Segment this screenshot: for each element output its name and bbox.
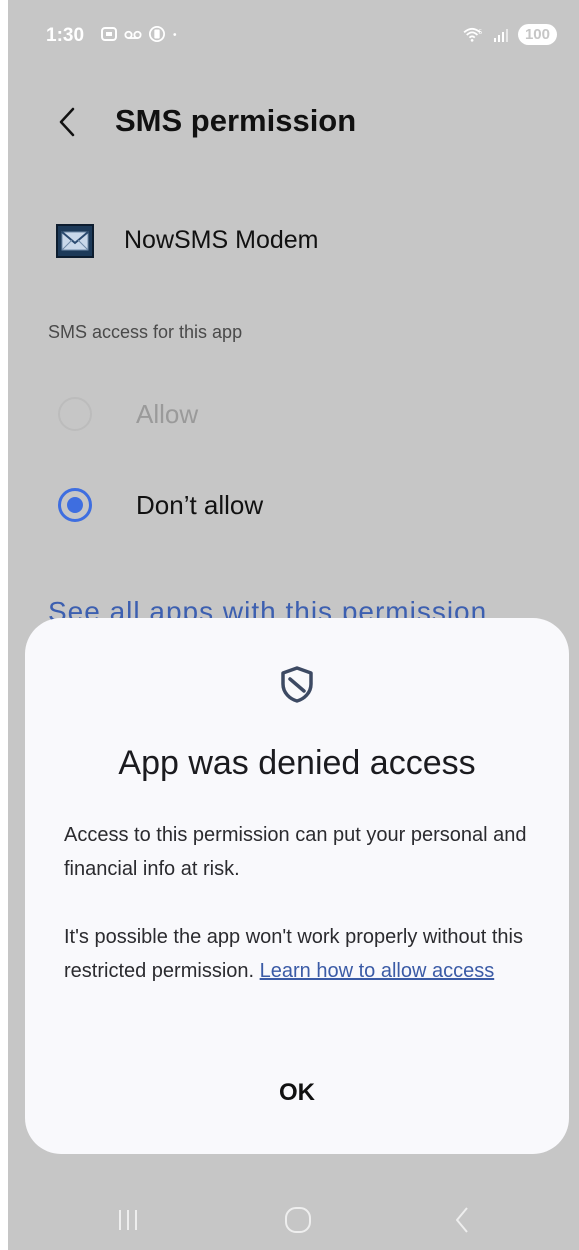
signal-icon xyxy=(493,28,508,42)
option-dont-allow-label: Don’t allow xyxy=(136,489,264,520)
back-button[interactable] xyxy=(52,100,82,144)
option-dont-allow[interactable]: Don’t allow xyxy=(52,475,532,535)
wifi-icon: 5 xyxy=(463,27,482,42)
radio-dont-allow[interactable] xyxy=(58,488,92,522)
svg-text:5: 5 xyxy=(478,29,482,36)
chevron-left-icon xyxy=(59,107,75,137)
envelope-icon xyxy=(56,224,94,258)
back-icon xyxy=(456,1207,468,1233)
navigation-bar xyxy=(8,1190,579,1250)
shield-icon xyxy=(281,666,313,703)
voicemail-icon xyxy=(124,30,142,39)
page-title: SMS permission xyxy=(115,103,357,138)
app-name: NowSMS Modem xyxy=(124,226,319,254)
home-button[interactable] xyxy=(268,1198,328,1242)
status-time: 1:30 xyxy=(46,25,85,46)
phone-screen: 1:30 5 100 SMS permission NowSMS Modem S… xyxy=(8,0,579,1250)
status-bar: 1:30 5 100 xyxy=(8,0,579,72)
ok-button[interactable]: OK xyxy=(257,1073,337,1113)
vibrate-icon xyxy=(149,26,165,42)
section-label: SMS access for this app xyxy=(48,322,243,342)
screenshot-icon xyxy=(101,27,117,41)
status-icons-right: 5 100 xyxy=(462,24,557,45)
dialog-paragraph-restricted: It's possible the app won't work properl… xyxy=(64,920,544,988)
denied-access-dialog: App was denied access Access to this per… xyxy=(25,618,569,1154)
learn-how-link[interactable]: Learn how to allow access xyxy=(260,960,495,982)
option-allow-label: Allow xyxy=(136,398,199,429)
dialog-title: App was denied access xyxy=(118,744,476,782)
dot-icon xyxy=(173,33,177,36)
battery-indicator: 100 xyxy=(517,24,557,45)
system-back-button[interactable] xyxy=(432,1198,492,1242)
radio-allow[interactable] xyxy=(58,397,92,431)
status-icons-left xyxy=(100,26,182,42)
dialog-paragraph-risk: Access to this permission can put your p… xyxy=(64,824,527,880)
home-icon xyxy=(285,1207,311,1233)
recents-icon xyxy=(119,1210,137,1230)
recents-button[interactable] xyxy=(98,1198,158,1242)
option-allow[interactable]: Allow xyxy=(52,384,532,444)
